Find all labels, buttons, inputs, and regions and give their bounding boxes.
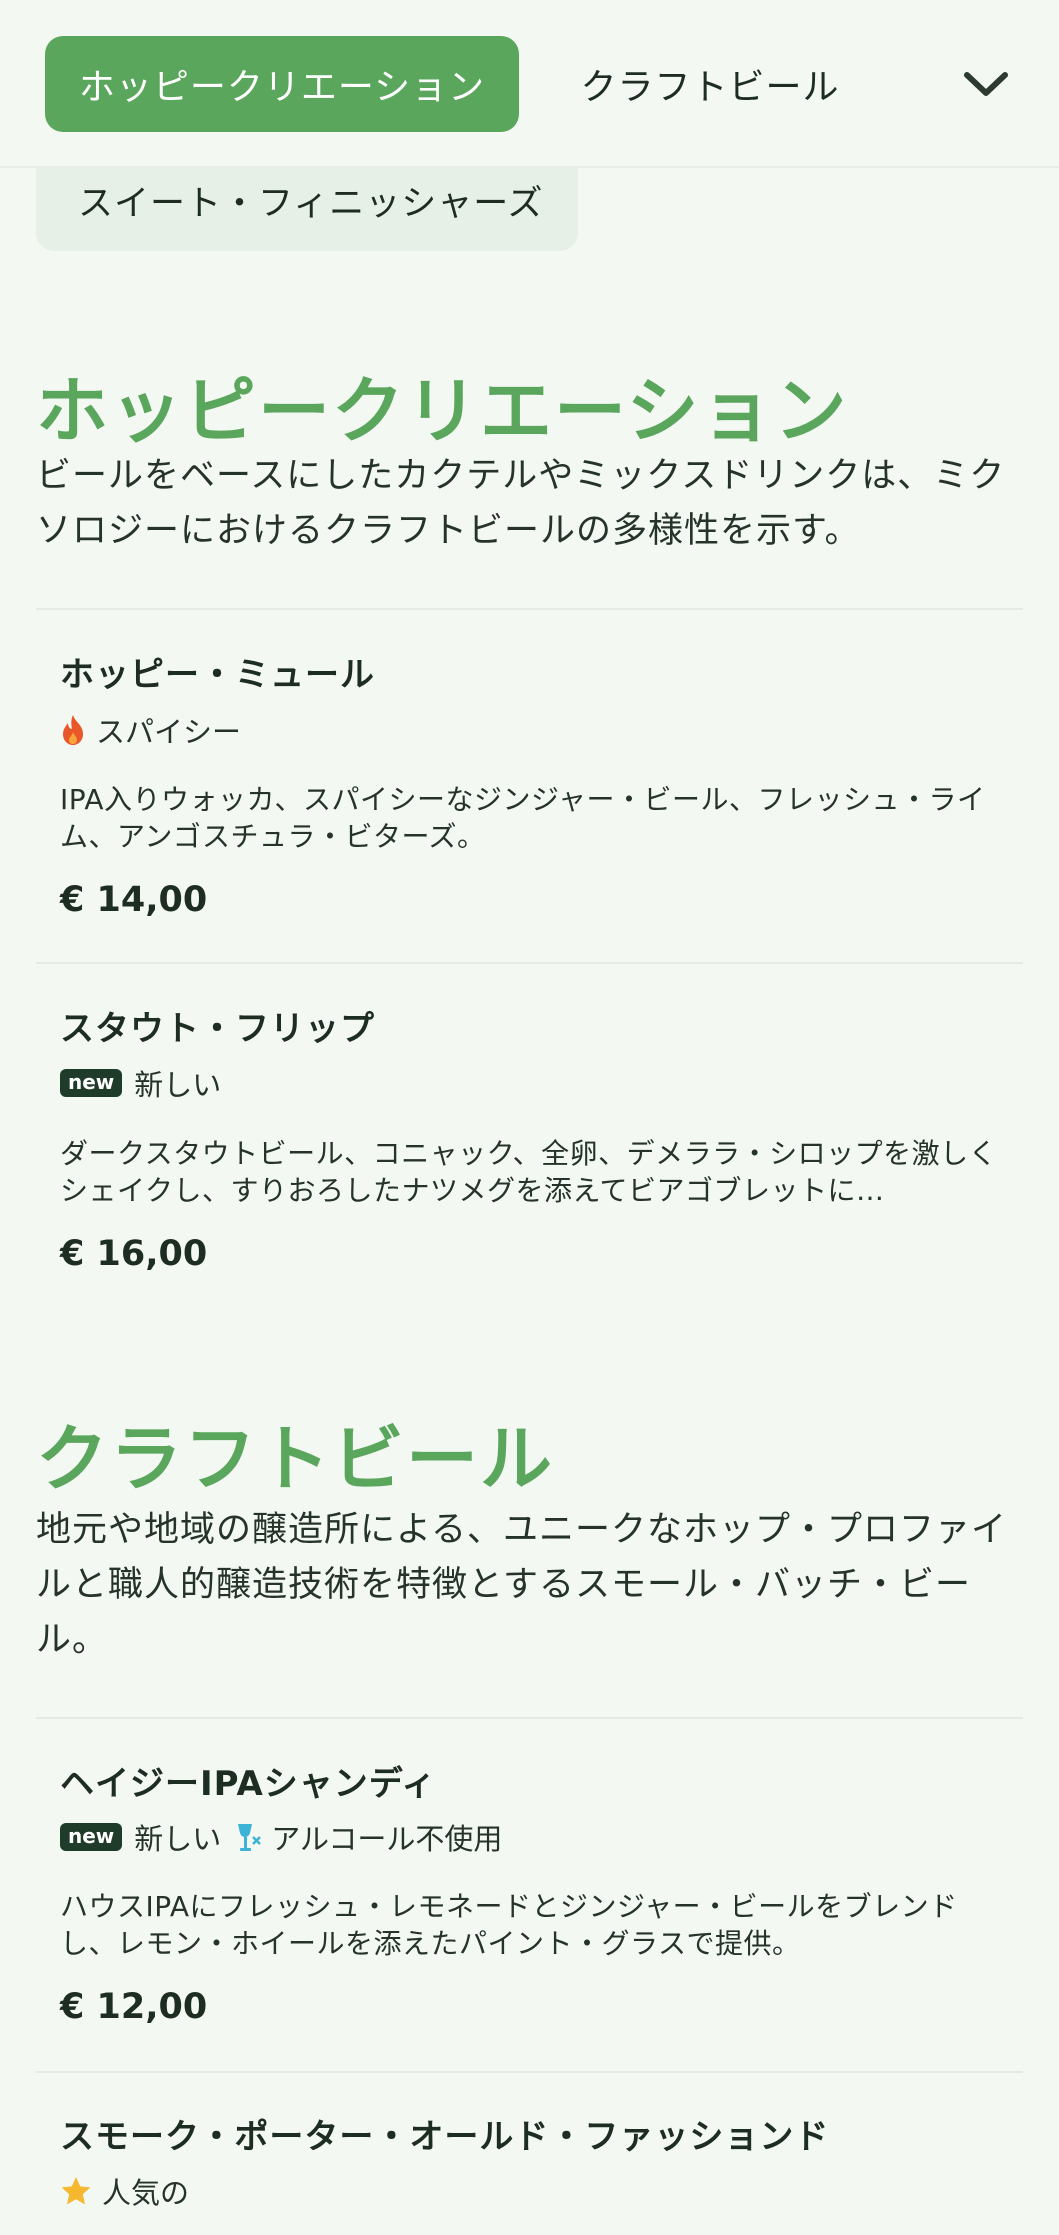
item-price: € 14,00 [60,880,208,920]
tag-label: 人気の [102,2176,190,2210]
tag: new 新しい [60,1816,221,1858]
item-name: ホッピー・ミュール [60,655,375,695]
section-title: クラフトビール [36,1417,555,1501]
tab-label: ホッピークリエーション [78,67,486,108]
fire-icon [60,714,86,746]
divider [36,2071,1023,2073]
item-price: € 16,00 [60,1234,208,1274]
item-description: ハウスIPAにフレッシュ・レモネードとジンジャー・ビールをブレンドし、レモン・ホ… [60,1890,958,1960]
dropdown-item-label: スイート・フィニッシャーズ [78,184,544,224]
item-description: IPA入りウォッカ、スパイシーなジンジャー・ビール、フレッシュ・ライム、アンゴス… [60,783,986,853]
divider [36,1717,1023,1719]
divider [36,962,1023,964]
tag-label: スパイシー [96,715,242,749]
divider [36,608,1023,610]
tag: アルコール不使用 [235,1816,502,1858]
item-name: スタウト・フリップ [60,1009,375,1049]
chevron-down-icon[interactable] [952,52,1020,116]
tag: new 新しい [60,1062,221,1104]
item-tags: 人気の [60,2171,203,2211]
tag-label: 新しい [134,1822,222,1856]
section-description: ビールをベースにしたカクテルやミックスドリンクは、ミクソロジーにおけるクラフトビ… [36,456,1006,551]
item-name: ヘイジーIPAシャンディ [60,1764,437,1804]
tag: スパイシー [60,709,241,751]
tag-label: 新しい [134,1068,222,1102]
item-tags: new 新しい アルコール不使用 [60,1817,516,1857]
tab-craft-beer[interactable]: クラフトビール [560,36,860,132]
item-name: スモーク・ポーター・オールド・ファッションド [60,2117,830,2157]
section-title: ホッピークリエーション [36,369,849,453]
item-tags: スパイシー [60,710,255,750]
category-nav: ホッピークリエーション クラフトビール [0,0,1059,168]
section-description: 地元や地域の醸造所による、ユニークなホップ・プロファイルと職人的醸造技術を特徴と… [36,1510,1007,1660]
alcohol-free-icon [235,1821,262,1853]
tab-hoppy-creations[interactable]: ホッピークリエーション [45,36,519,132]
item-description: ダークスタウトビール、コニャック、全卵、デメララ・シロップを激しくシェイクし、す… [60,1137,998,1207]
tag-label: アルコール不使用 [271,1822,503,1856]
tag: 人気の [60,2170,189,2212]
new-badge: new [60,1823,123,1851]
item-tags: new 新しい [60,1063,235,1103]
item-price: € 12,00 [60,1987,208,2027]
star-icon [60,2175,92,2207]
new-badge: new [60,1069,123,1097]
tab-label: クラフトビール [580,67,840,108]
